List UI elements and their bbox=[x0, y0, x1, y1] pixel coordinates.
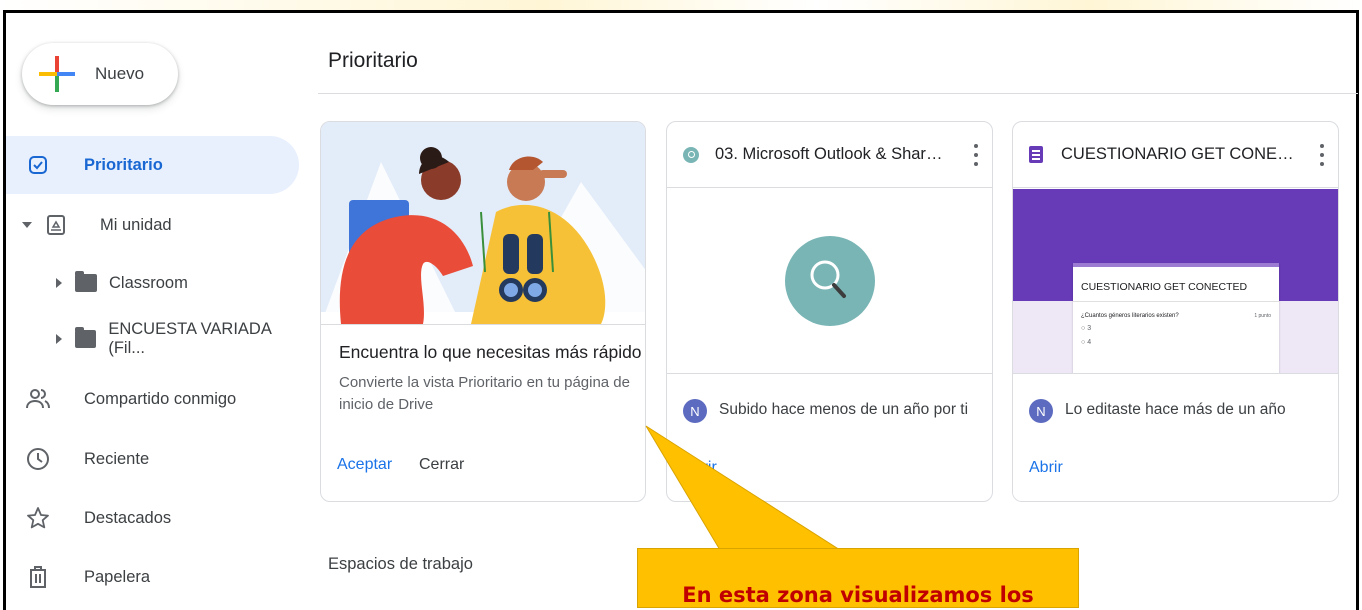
sidebar-item-label: Classroom bbox=[109, 273, 188, 292]
sidebar-item-label: Papelera bbox=[84, 567, 151, 586]
form-preview-option: ○ 4 bbox=[1081, 339, 1092, 346]
new-button-label: Nuevo bbox=[95, 64, 145, 83]
sidebar-item-trash[interactable]: Papelera bbox=[6, 548, 150, 606]
form-preview-question: ¿Cuantos géneros literarios existen? bbox=[1081, 313, 1179, 319]
avatar: N bbox=[1029, 399, 1053, 423]
card-title: 03. Microsoft Outlook & ShareP... bbox=[715, 145, 945, 163]
promo-illustration bbox=[321, 122, 645, 324]
card-title: CUESTIONARIO GET CONECTED bbox=[1061, 145, 1301, 163]
sidebar-item-encuesta[interactable]: ENCUESTA VARIADA (Fil... bbox=[6, 310, 306, 368]
callout-box: En esta zona visualizamos los bbox=[637, 548, 1079, 608]
people-icon bbox=[26, 387, 50, 411]
card-header: CUESTIONARIO GET CONECTED bbox=[1013, 122, 1338, 188]
card-header: 03. Microsoft Outlook & ShareP... bbox=[667, 122, 992, 188]
sidebar-item-label: ENCUESTA VARIADA (Fil... bbox=[108, 320, 271, 357]
top-highlight bbox=[0, 0, 1362, 10]
sidebar-item-shared[interactable]: Compartido conmigo bbox=[6, 370, 236, 428]
accept-link[interactable]: Aceptar bbox=[337, 456, 392, 474]
sidebar-item-recent[interactable]: Reciente bbox=[6, 430, 149, 488]
workspaces-heading: Espacios de trabajo bbox=[328, 555, 473, 573]
plus-icon bbox=[39, 56, 75, 92]
new-button[interactable]: Nuevo bbox=[22, 43, 178, 105]
activity-text: Subido hace menos de un año por ti bbox=[719, 401, 969, 418]
form-preview-title: CUESTIONARIO GET CONECTED bbox=[1081, 281, 1248, 293]
search-doc-icon bbox=[683, 146, 699, 163]
caret-right-icon[interactable] bbox=[56, 278, 62, 288]
promo-body: Convierte la vista Prioritario en tu pág… bbox=[339, 374, 630, 413]
form-preview-option: ○ 3 bbox=[1081, 325, 1092, 332]
sidebar-item-my-drive[interactable]: Mi unidad bbox=[6, 196, 172, 254]
more-options-icon[interactable] bbox=[1320, 144, 1324, 166]
more-options-icon[interactable] bbox=[974, 144, 978, 166]
card-footer: N Lo editaste hace más de un año Abrir bbox=[1013, 373, 1338, 501]
folder-icon bbox=[75, 271, 97, 292]
sidebar-item-starred[interactable]: Destacados bbox=[6, 489, 171, 547]
sidebar: Nuevo Prioritario Mi unidad Classroom EN… bbox=[6, 13, 306, 595]
forms-icon bbox=[1029, 146, 1043, 163]
sidebar-item-label: Compartido conmigo bbox=[84, 389, 237, 408]
sidebar-item-classroom[interactable]: Classroom bbox=[6, 254, 188, 312]
star-icon bbox=[26, 506, 50, 530]
divider bbox=[318, 93, 1358, 94]
open-link[interactable]: Abrir bbox=[1029, 459, 1063, 477]
folder-icon bbox=[75, 327, 97, 348]
callout-pointer bbox=[645, 425, 841, 550]
screenshot-frame: Nuevo Prioritario Mi unidad Classroom EN… bbox=[0, 0, 1362, 610]
sidebar-item-label: Prioritario bbox=[84, 155, 163, 174]
sidebar-item-label: Reciente bbox=[84, 449, 150, 468]
priority-check-icon bbox=[26, 153, 50, 177]
page-title: Prioritario bbox=[328, 49, 418, 72]
callout-text: En esta zona visualizamos los bbox=[682, 583, 1034, 607]
form-thumbnail: CUESTIONARIO GET CONECTED ¿Cuantos géner… bbox=[1013, 189, 1338, 373]
caret-down-icon[interactable] bbox=[22, 222, 32, 228]
sidebar-item-label: Mi unidad bbox=[100, 215, 172, 234]
sidebar-item-label: Destacados bbox=[84, 508, 172, 527]
close-link[interactable]: Cerrar bbox=[419, 456, 464, 474]
activity-text: Lo editaste hace más de un año bbox=[1065, 401, 1286, 418]
promo-card: Encuentra lo que necesitas más rápido Co… bbox=[320, 121, 646, 502]
form-preview-points: 1 punto bbox=[1254, 313, 1271, 319]
file-card[interactable]: CUESTIONARIO GET CONECTED CUESTIONARIO G… bbox=[1012, 121, 1339, 502]
caret-right-icon[interactable] bbox=[56, 334, 62, 344]
drive-icon bbox=[44, 213, 68, 237]
trash-icon bbox=[26, 565, 50, 589]
promo-heading: Encuentra lo que necesitas más rápido bbox=[339, 342, 642, 362]
clock-icon bbox=[26, 447, 50, 471]
sidebar-item-priority[interactable]: Prioritario bbox=[6, 136, 299, 194]
file-thumbnail bbox=[667, 189, 992, 373]
